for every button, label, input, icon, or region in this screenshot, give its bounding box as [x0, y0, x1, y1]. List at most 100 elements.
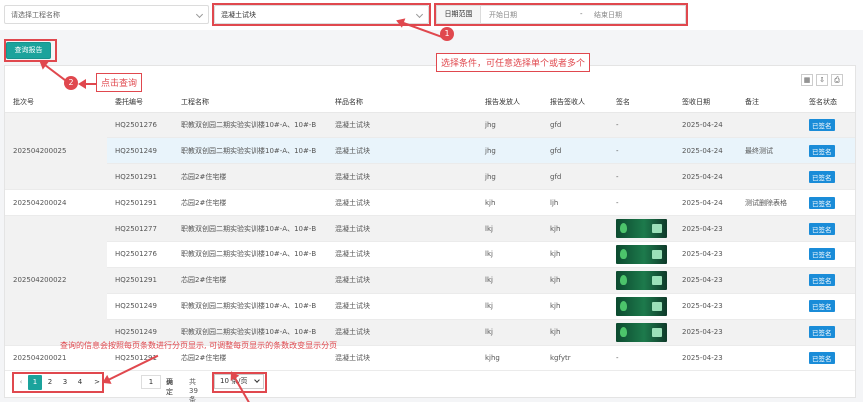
column-header: 签收日期 — [674, 92, 737, 113]
table-row[interactable]: HQ2501276 职教双创园二期实验实训楼10#-A、10#-B 混凝土试块 lkj… — [5, 241, 855, 268]
remark-cell — [737, 241, 801, 268]
issuer-cell: lkj — [477, 319, 542, 346]
column-header: 签名 — [608, 92, 674, 113]
pager-highlight — [12, 372, 104, 393]
remark-cell: 测试删除表格 — [737, 189, 801, 217]
table-toolbar: ▦ ⇩ ⎙ — [798, 74, 843, 86]
goto-confirm-button[interactable]: 确定 — [166, 377, 173, 397]
receiver-cell: gfd — [542, 137, 608, 165]
signature-image[interactable] — [616, 296, 667, 316]
batch-number-cell: 202504200022 — [5, 215, 107, 346]
batch-number-cell: 202504200025 — [5, 112, 107, 191]
sample-name-cell: 混凝土试块 — [327, 215, 477, 242]
table-row[interactable]: 202504200025 HQ2501276 职教双创园二期实验实训楼10#-A、1… — [5, 112, 855, 191]
signature-cell: - — [608, 163, 674, 191]
remark-cell — [737, 345, 801, 372]
report-table: 批次号 委托编号 工程名称 样品名称 报告发放人 报告签收人 签名 签收日期 备注 签名状态 20… — [5, 92, 855, 372]
export-icon[interactable]: ⇩ — [816, 74, 828, 86]
step-2-callout: 点击查询 — [96, 73, 143, 92]
signature-image[interactable] — [616, 219, 667, 238]
signature-cell — [608, 267, 674, 294]
remark-cell — [737, 293, 801, 320]
remark-cell — [737, 215, 801, 242]
issuer-cell: lkj — [477, 293, 542, 320]
project-name-cell: 职教双创园二期实验实训楼10#-A、10#-B — [173, 293, 327, 320]
column-toggle-icon[interactable]: ▦ — [801, 74, 813, 86]
commission-code-cell: HQ2501276 — [107, 241, 173, 268]
remark-cell — [737, 319, 801, 346]
receiver-cell: kjh — [542, 267, 608, 294]
table-row[interactable]: HQ2501249 职教双创园二期实验实训楼10#-A、10#-B 混凝土试块 jhg… — [5, 137, 855, 165]
sample-name-cell: 混凝土试块 — [327, 267, 477, 294]
sign-status-cell: 已签名 — [801, 293, 855, 320]
sample-name-cell: 混凝土试块 — [327, 319, 477, 346]
project-name-cell: 职教双创园二期实验实训楼10#-A、10#-B — [173, 215, 327, 242]
receiver-cell: kjh — [542, 241, 608, 268]
signature-cell: - — [608, 137, 674, 165]
receiver-cell: gfd — [542, 163, 608, 191]
sign-status-cell: 已签名 — [801, 215, 855, 242]
sign-status-cell: 已签名 — [801, 319, 855, 346]
status-badge: 已签名 — [809, 170, 835, 183]
project-select[interactable]: 请选择工程名称 — [4, 5, 209, 24]
table-header-row: 批次号 委托编号 工程名称 样品名称 报告发放人 报告签收人 签名 签收日期 备注 签名状态 — [5, 92, 855, 113]
signature-image[interactable] — [616, 322, 667, 342]
issuer-cell: jhg — [477, 163, 542, 191]
sign-date-cell: 2025-04-24 — [674, 189, 737, 217]
sample-name-cell: 混凝土试块 — [327, 163, 477, 191]
status-badge: 已签名 — [809, 274, 835, 287]
status-badge: 已签名 — [809, 248, 835, 261]
receiver-cell: ljh — [542, 189, 608, 217]
signature-cell: - — [608, 189, 674, 217]
column-header: 委托编号 — [107, 92, 173, 113]
signature-cell — [608, 215, 674, 242]
print-icon[interactable]: ⎙ — [831, 74, 843, 86]
sign-status-cell: 已签名 — [801, 112, 855, 139]
status-badge: 已签名 — [809, 196, 835, 209]
issuer-cell: lkj — [477, 241, 542, 268]
sign-date-cell: 2025-04-23 — [674, 293, 737, 320]
receiver-cell: kjh — [542, 293, 608, 320]
remark-cell — [737, 112, 801, 139]
project-select-placeholder: 请选择工程名称 — [11, 11, 60, 19]
status-badge: 已签名 — [809, 144, 835, 157]
sign-date-cell: 2025-04-23 — [674, 345, 737, 372]
sample-name-cell: 混凝土试块 — [327, 189, 477, 217]
column-header: 签名状态 — [801, 92, 855, 113]
table-row[interactable]: HQ2501291 芯园2#住宅楼 混凝土试块 lkj kjh 2025-04-23 已签名 — [5, 267, 855, 294]
date-range-highlight — [434, 3, 688, 26]
status-badge: 已签名 — [809, 118, 835, 131]
commission-code-cell: HQ2501291 — [107, 163, 173, 191]
issuer-cell: lkj — [477, 215, 542, 242]
table-row[interactable]: HQ2501291 芯园2#住宅楼 混凝土试块 jhg gfd -2025-04-24 已签… — [5, 163, 855, 191]
commission-code-cell: HQ2501249 — [107, 293, 173, 320]
commission-code-cell: HQ2501249 — [107, 137, 173, 165]
sign-status-cell: 已签名 — [801, 267, 855, 294]
column-header: 报告发放人 — [477, 92, 542, 113]
table-row[interactable]: 202504200022 HQ2501277 职教双创园二期实验实训楼10#-A、1… — [5, 215, 855, 346]
filter-bar: 请选择工程名称 混凝土试块 日期范围 开始日期 - 结束日期 — [0, 0, 863, 30]
goto-page-input[interactable]: 1 — [141, 375, 161, 389]
pagination-note: 查询的信息会按照每页条数进行分页显示, 可调整每页显示的条数改变显示分页 — [60, 341, 338, 350]
status-badge: 已签名 — [809, 351, 835, 364]
query-button-highlight — [4, 39, 57, 62]
signature-cell — [608, 293, 674, 320]
total-count: 共 39 条 — [189, 378, 198, 402]
column-header: 样品名称 — [327, 92, 477, 113]
table-row[interactable]: 202504200024 HQ2501291 芯园2#住宅楼 混凝土试块 kjh ljh -… — [5, 189, 855, 217]
issuer-cell: jhg — [477, 112, 542, 139]
sample-name-cell: 混凝土试块 — [327, 241, 477, 268]
issuer-cell: kjhg — [477, 345, 542, 372]
signature-image[interactable] — [616, 244, 667, 264]
status-badge: 已签名 — [809, 326, 835, 339]
project-name-cell: 职教双创园二期实验实训楼10#-A、10#-B — [173, 112, 327, 139]
signature-image[interactable] — [616, 270, 667, 290]
commission-code-cell: HQ2501291 — [107, 189, 173, 217]
sign-date-cell: 2025-04-23 — [674, 267, 737, 294]
project-name-cell: 芯园2#住宅楼 — [173, 267, 327, 294]
step-2-connector — [78, 79, 96, 89]
project-name-cell: 芯园2#住宅楼 — [173, 189, 327, 217]
table-row[interactable]: HQ2501249 职教双创园二期实验实训楼10#-A、10#-B 混凝土试块 lkj… — [5, 293, 855, 320]
remark-cell — [737, 163, 801, 191]
status-badge: 已签名 — [809, 300, 835, 313]
